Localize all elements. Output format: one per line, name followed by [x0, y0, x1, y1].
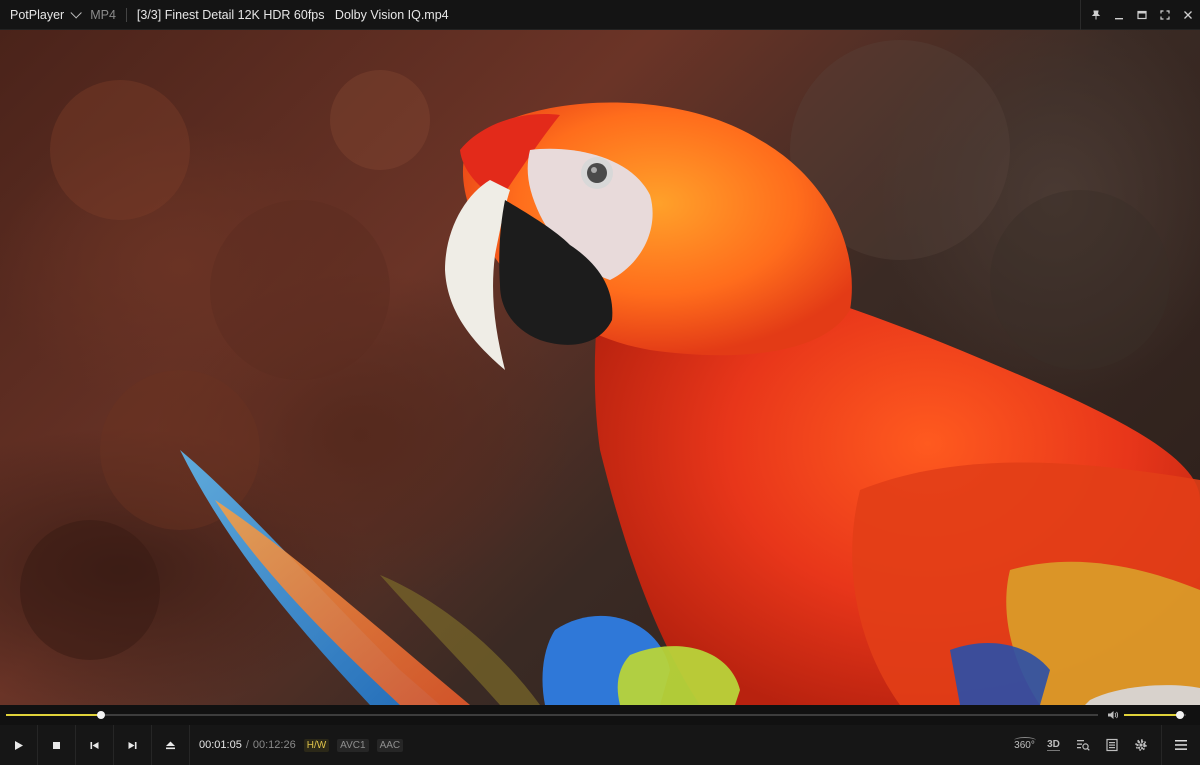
current-time: 00:01:05 — [199, 739, 242, 751]
close-icon — [1184, 10, 1192, 19]
maximize-icon — [1137, 10, 1147, 19]
potplayer-window: PotPlayer MP4 [3/3] Finest Detail 12K HD… — [0, 0, 1200, 765]
video-image — [20, 40, 1200, 705]
play-button[interactable] — [0, 725, 38, 765]
close-button[interactable] — [1177, 0, 1199, 30]
video-codec-badge[interactable]: AVC1 — [337, 738, 369, 752]
eject-icon — [166, 741, 175, 749]
chevron-down-icon — [70, 6, 82, 19]
pin-icon — [1091, 10, 1101, 19]
total-time[interactable]: 00:12:26 — [253, 739, 296, 751]
audio-codec-badge[interactable]: AAC — [376, 738, 404, 752]
settings-icon — [1134, 739, 1147, 751]
hw-decoder-badge[interactable]: H/W — [303, 738, 330, 752]
fullscreen-button[interactable] — [1154, 0, 1176, 30]
time-separator: / — [245, 739, 249, 751]
3d-icon: 3D — [1047, 739, 1060, 751]
stop-button[interactable] — [38, 725, 76, 765]
volume-handle[interactable] — [1175, 711, 1184, 719]
video-frame[interactable] — [0, 30, 1200, 705]
format-label: MP4 — [90, 7, 116, 22]
seek-bar-row — [0, 705, 1200, 725]
seek-bar[interactable] — [6, 711, 1098, 719]
time-display: 00:01:05 / 00:12:26 — [199, 739, 296, 751]
playlist-search-icon — [1076, 740, 1090, 751]
volume-icon[interactable] — [1107, 709, 1119, 721]
next-button[interactable] — [114, 725, 152, 765]
chapter-list-icon — [1105, 738, 1118, 752]
control-bar: 00:01:05 / 00:12:26 H/W AVC1 AAC 360° 3D — [0, 725, 1200, 765]
pin-button[interactable] — [1085, 0, 1107, 30]
next-icon — [128, 741, 137, 749]
volume-level — [1124, 714, 1180, 716]
maximize-button[interactable] — [1131, 0, 1153, 30]
minimize-icon — [1115, 17, 1123, 19]
window-controls-divider — [1080, 0, 1081, 30]
minimize-button[interactable] — [1108, 0, 1130, 30]
seek-bar-progress — [6, 714, 102, 716]
main-menu-button[interactable] — [1161, 725, 1200, 765]
app-name: PotPlayer — [10, 7, 65, 22]
app-menu-button[interactable]: PotPlayer — [0, 0, 82, 30]
fullscreen-icon — [1160, 9, 1170, 20]
chapter-list-button[interactable] — [1097, 725, 1126, 765]
3d-button[interactable]: 3D — [1039, 725, 1068, 765]
open-file-button[interactable] — [152, 725, 190, 765]
window-controls — [1080, 0, 1200, 30]
play-icon — [15, 740, 23, 750]
menu-icon — [1175, 740, 1187, 750]
previous-button[interactable] — [76, 725, 114, 765]
volume-slider[interactable] — [1124, 711, 1186, 719]
seek-bar-handle[interactable] — [97, 711, 106, 719]
stop-icon — [53, 741, 60, 749]
360-button[interactable]: 360° — [1010, 725, 1039, 765]
title-bar: PotPlayer MP4 [3/3] Finest Detail 12K HD… — [0, 0, 1200, 30]
previous-icon — [90, 741, 99, 749]
right-controls: 360° 3D — [1010, 725, 1200, 765]
playlist-search-button[interactable] — [1068, 725, 1097, 765]
360-icon: 360° — [1014, 736, 1037, 751]
settings-button[interactable] — [1126, 725, 1155, 765]
file-title: [3/3] Finest Detail 12K HDR 60fps Dolby … — [136, 7, 449, 22]
title-divider — [125, 7, 127, 22]
